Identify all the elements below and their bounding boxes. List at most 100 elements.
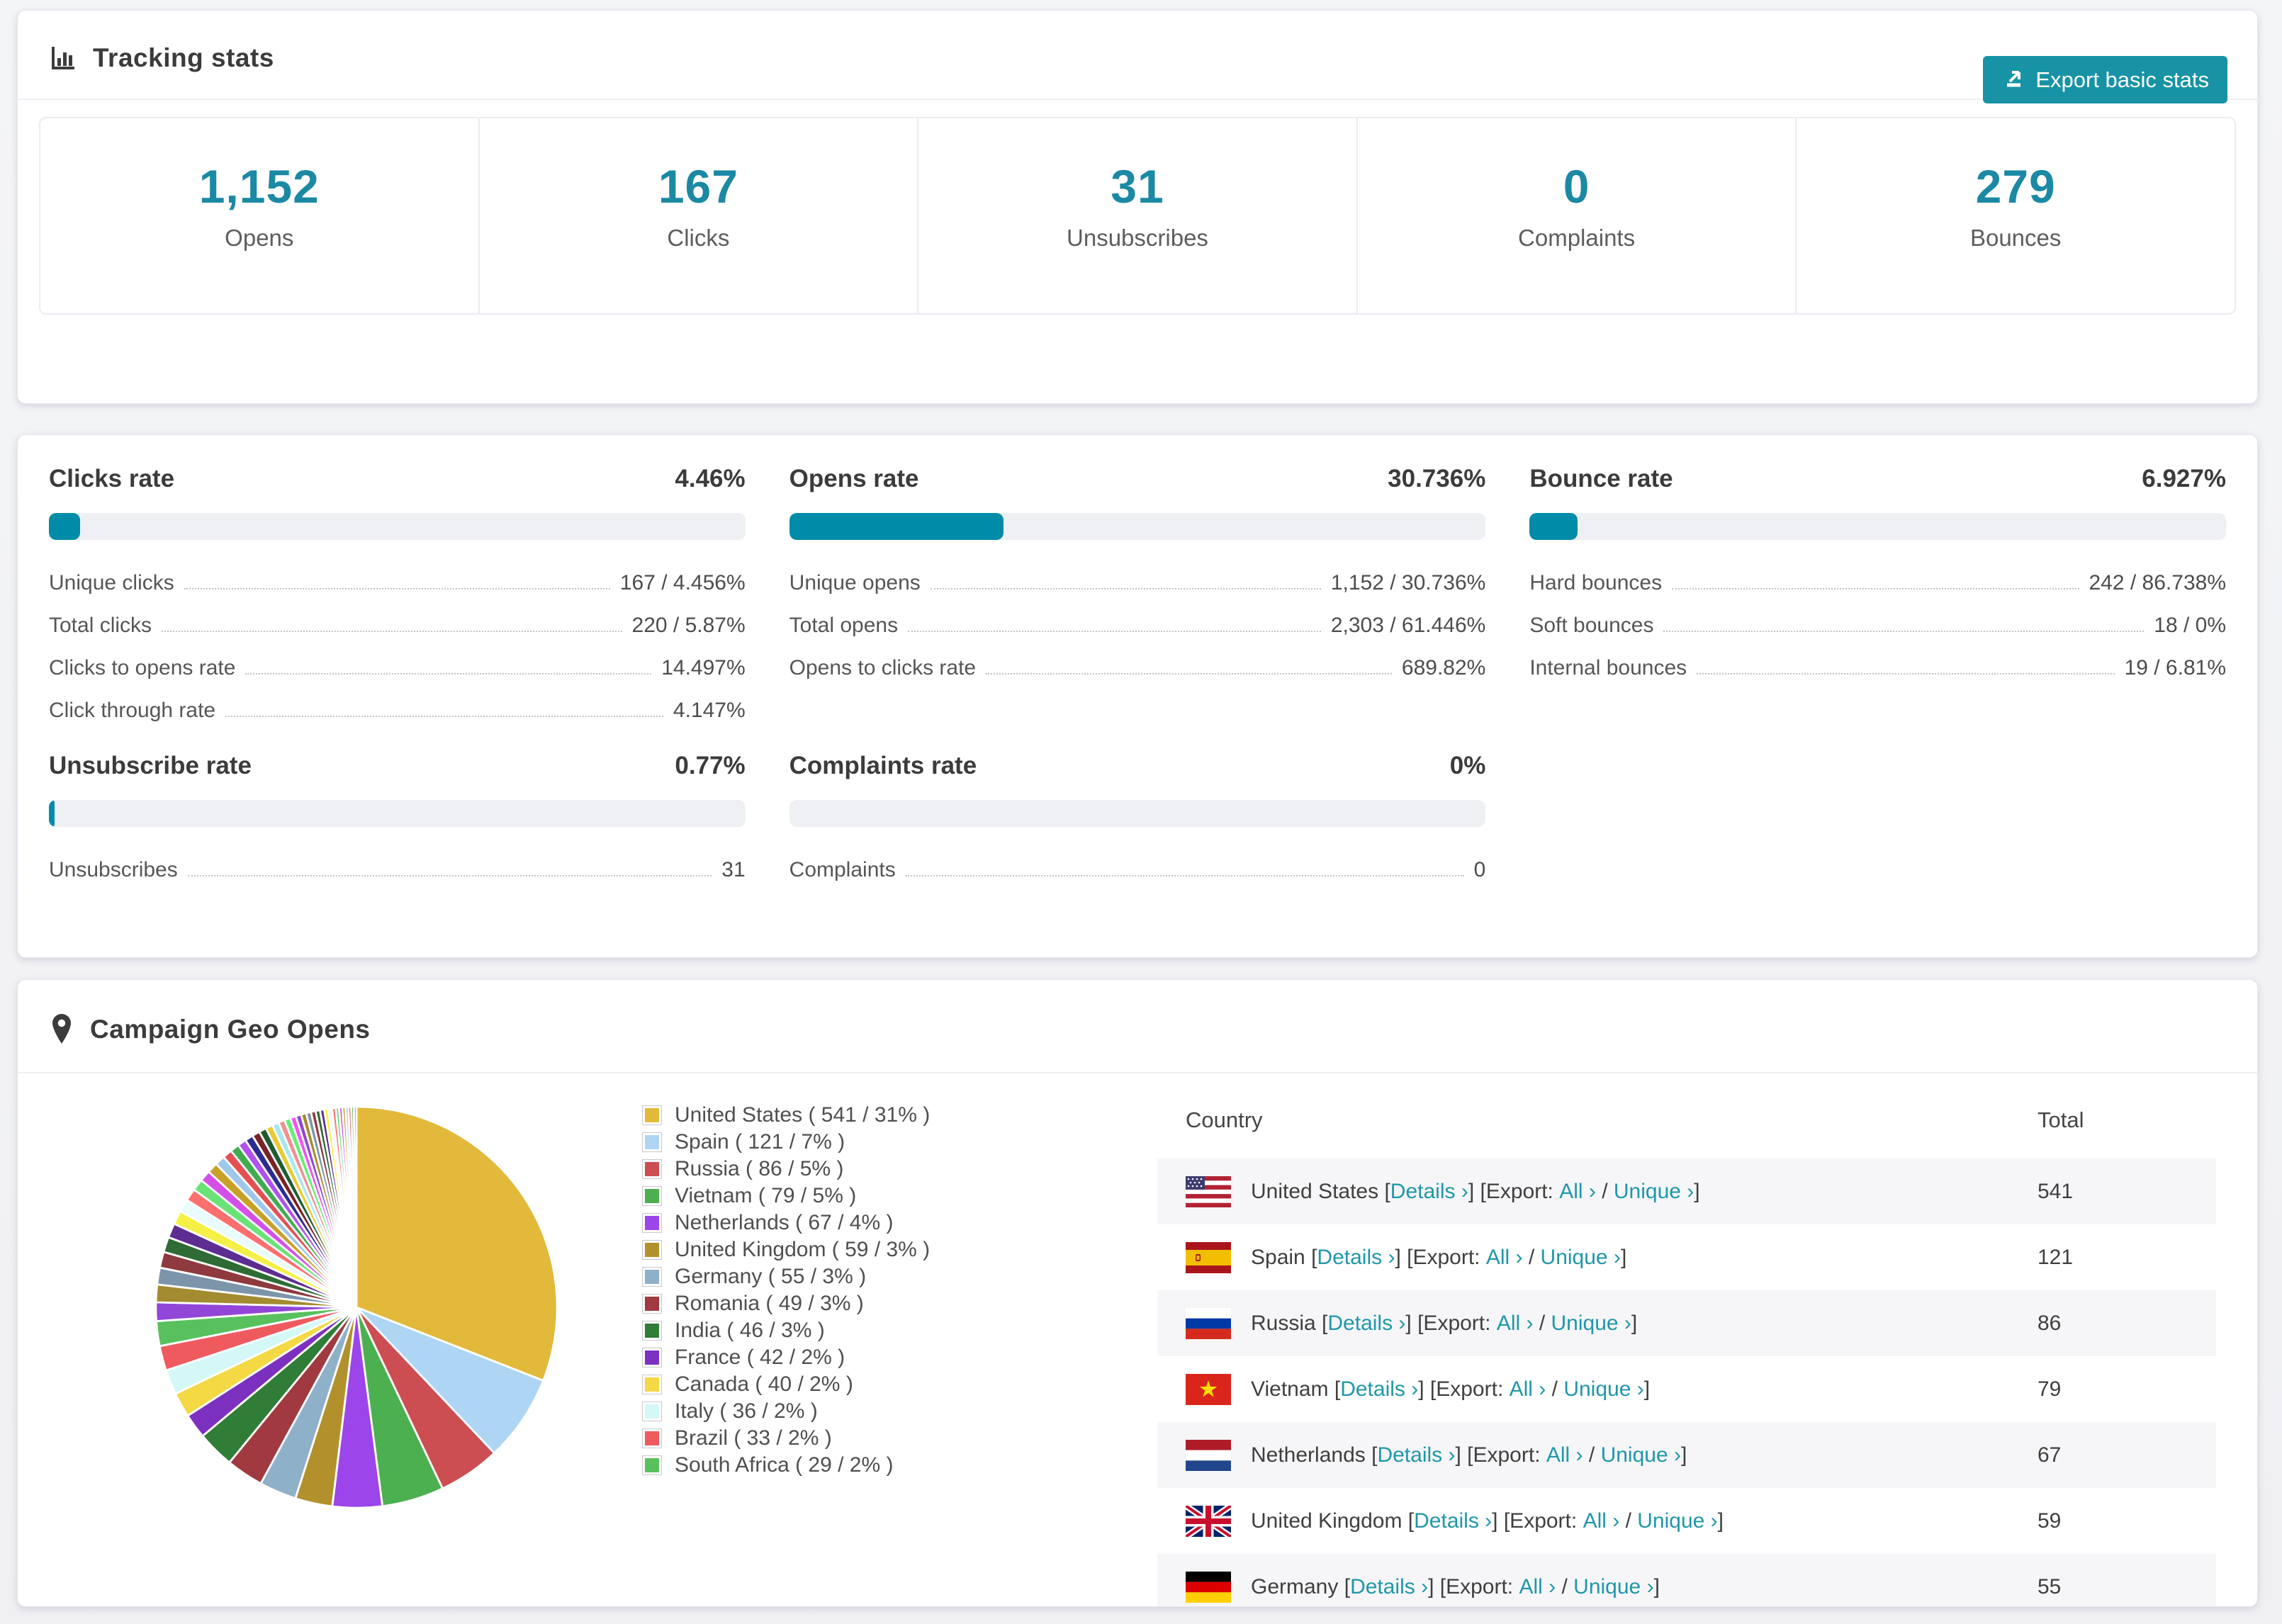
table-row-text: [Export:	[1467, 1443, 1546, 1467]
detail-row-internal-bounces: Internal bounces 19 / 6.81%	[1529, 656, 2226, 680]
geo-body: United States ( 541 / 31% ) Spain ( 121 /…	[18, 1073, 2257, 1606]
progress-bar-fill	[49, 800, 55, 827]
legend-swatch	[642, 1428, 662, 1448]
details-link[interactable]: Details ›	[1340, 1377, 1418, 1402]
dotted-leader	[1663, 631, 2145, 632]
legend-swatch	[642, 1294, 662, 1314]
progress-bar-track	[1529, 513, 2226, 540]
legend-item-brazil: Brazil ( 33 / 2% )	[642, 1425, 930, 1452]
legend-swatch-color	[645, 1404, 659, 1419]
export-unique-link[interactable]: Unique ›	[1573, 1575, 1653, 1599]
country-name: United States	[1251, 1179, 1385, 1203]
legend-label: Brazil ( 33 / 2% )	[675, 1426, 832, 1450]
rate-header: Unsubscribe rate 0.77%	[49, 752, 746, 780]
legend-swatch-color	[645, 1189, 659, 1203]
dotted-leader	[245, 673, 652, 675]
legend-swatch-color	[645, 1270, 659, 1284]
page: Tracking stats Export basic stats 1,152 O…	[0, 0, 2282, 1624]
export-all-link[interactable]: All ›	[1510, 1377, 1546, 1402]
export-all-link[interactable]: All ›	[1583, 1509, 1620, 1533]
export-unique-link[interactable]: Unique ›	[1614, 1180, 1694, 1204]
legend-swatch-color	[645, 1108, 659, 1122]
export-basic-stats-button[interactable]: Export basic stats	[1983, 56, 2227, 103]
detail-value: 689.82%	[1401, 656, 1486, 680]
progress-bar-track	[49, 800, 746, 827]
detail-row-total-opens: Total opens 2,303 / 61.446%	[789, 614, 1486, 637]
stat-label: Opens	[225, 225, 294, 251]
export-all-link[interactable]: All ›	[1546, 1443, 1583, 1467]
legend-swatch	[642, 1105, 662, 1125]
detail-label: Unsubscribes	[49, 858, 178, 881]
legend-item-russia: Russia ( 86 / 5% )	[642, 1156, 930, 1183]
export-unique-link[interactable]: Unique ›	[1551, 1312, 1631, 1336]
export-all-link[interactable]: All ›	[1486, 1246, 1523, 1270]
table-row-russia: Russia [Details ›] [Export: All › / Uniq…	[1157, 1290, 2216, 1356]
country-cell: Vietnam [Details ›] [Export: All › / Uni…	[1157, 1373, 1651, 1405]
rate-detail-rows: Hard bounces 242 / 86.738% Soft bounces 18 …	[1529, 571, 2226, 680]
rates-grid: Clicks rate 4.46% Unique clicks 167 / 4.456…	[18, 435, 2257, 910]
detail-value: 242 / 86.738%	[2089, 571, 2227, 594]
table-row-text: ]	[1468, 1179, 1480, 1203]
table-row-text: ]	[1620, 1245, 1627, 1269]
rate-detail-rows: Complaints 0	[789, 858, 1486, 881]
legend-swatch-color	[645, 1216, 659, 1230]
stat-box-complaints: 0 Complaints	[1358, 118, 1797, 313]
detail-value: 220 / 5.87%	[631, 614, 746, 637]
export-all-link[interactable]: All ›	[1519, 1575, 1556, 1599]
table-row-text: ]	[1631, 1311, 1638, 1335]
details-link[interactable]: Details ›	[1390, 1180, 1468, 1204]
country-cell: United Kingdom [Details ›] [Export: All …	[1157, 1505, 1724, 1537]
detail-row-unique-opens: Unique opens 1,152 / 30.736%	[789, 571, 1486, 594]
details-link[interactable]: Details ›	[1317, 1246, 1395, 1270]
export-all-link[interactable]: All ›	[1497, 1312, 1534, 1336]
legend-swatch	[642, 1159, 662, 1179]
geo-pie-chart[interactable]	[142, 1093, 570, 1521]
table-row-text: ]	[1405, 1311, 1418, 1335]
export-unique-link[interactable]: Unique ›	[1601, 1443, 1681, 1467]
legend-swatch	[642, 1321, 662, 1341]
legend-swatch-color	[645, 1135, 659, 1149]
table-row-text: /	[1619, 1509, 1638, 1533]
details-link[interactable]: Details ›	[1414, 1509, 1492, 1533]
stats-summary-row: 1,152 Opens 167 Clicks 31 Unsubscribes 0 Compla…	[39, 117, 2236, 315]
table-row-text: [Export:	[1417, 1311, 1497, 1335]
legend-item-united-kingdom: United Kingdom ( 59 / 3% )	[642, 1236, 930, 1263]
export-unique-link[interactable]: Unique ›	[1563, 1377, 1643, 1402]
stat-box-bounces: 279 Bounces	[1797, 118, 2235, 313]
stat-label: Unsubscribes	[1067, 225, 1208, 251]
legend-item-south-africa: South Africa ( 29 / 2% )	[642, 1452, 930, 1479]
details-link[interactable]: Details ›	[1350, 1575, 1428, 1599]
detail-value: 18 / 0%	[2154, 614, 2226, 637]
detail-label: Internal bounces	[1529, 656, 1687, 680]
rate-value: 4.46%	[675, 465, 746, 492]
table-row-text: /	[1546, 1377, 1564, 1401]
progress-bar-fill	[49, 513, 80, 540]
legend-label: United Kingdom ( 59 / 3% )	[675, 1238, 931, 1261]
detail-value: 14.497%	[661, 656, 746, 680]
detail-label: Total opens	[789, 614, 899, 637]
legend-label: South Africa ( 29 / 2% )	[675, 1453, 894, 1477]
stat-value: 1,152	[198, 160, 320, 213]
export-unique-link[interactable]: Unique ›	[1637, 1509, 1717, 1533]
table-row-text: [	[1322, 1311, 1328, 1335]
tracking-stats-header: Tracking stats Export basic stats	[18, 11, 2257, 103]
export-all-link[interactable]: All ›	[1559, 1180, 1596, 1204]
legend-item-netherlands: Netherlands ( 67 / 4% )	[642, 1209, 930, 1236]
rate-detail-rows: Unique clicks 167 / 4.456% Total clicks 220…	[49, 571, 746, 722]
table-row-text: /	[1522, 1245, 1541, 1269]
details-link[interactable]: Details ›	[1327, 1312, 1405, 1336]
table-row-text: ]	[1492, 1509, 1504, 1533]
detail-value: 1,152 / 30.736%	[1330, 571, 1486, 594]
legend-item-united-states: United States ( 541 / 31% )	[642, 1102, 930, 1129]
legend-swatch	[642, 1186, 662, 1206]
export-unique-link[interactable]: Unique ›	[1541, 1246, 1621, 1270]
flag-vn-icon	[1186, 1373, 1231, 1405]
detail-label: Opens to clicks rate	[789, 656, 977, 680]
detail-row-hard-bounces: Hard bounces 242 / 86.738%	[1529, 571, 2226, 594]
table-row-text: [Export:	[1439, 1574, 1519, 1598]
flag-nl-icon	[1186, 1439, 1231, 1471]
table-row-text: [Export:	[1480, 1179, 1560, 1203]
legend-swatch	[642, 1132, 662, 1152]
table-row-text: ]	[1643, 1377, 1651, 1401]
details-link[interactable]: Details ›	[1377, 1443, 1455, 1467]
